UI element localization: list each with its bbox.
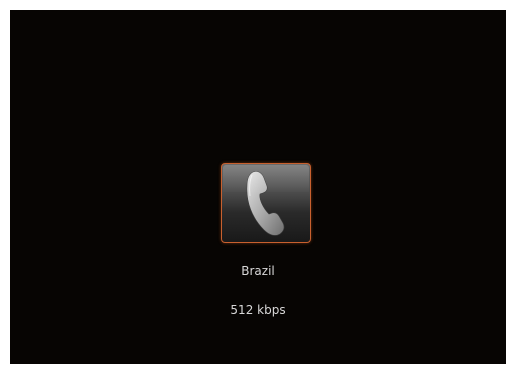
contact-name: Brazil <box>241 264 275 278</box>
phone-handset-icon <box>222 164 310 242</box>
call-screen: Brazil 512 kbps <box>10 10 506 364</box>
bitrate-label: 512 kbps <box>230 303 286 317</box>
call-button[interactable] <box>221 163 311 243</box>
